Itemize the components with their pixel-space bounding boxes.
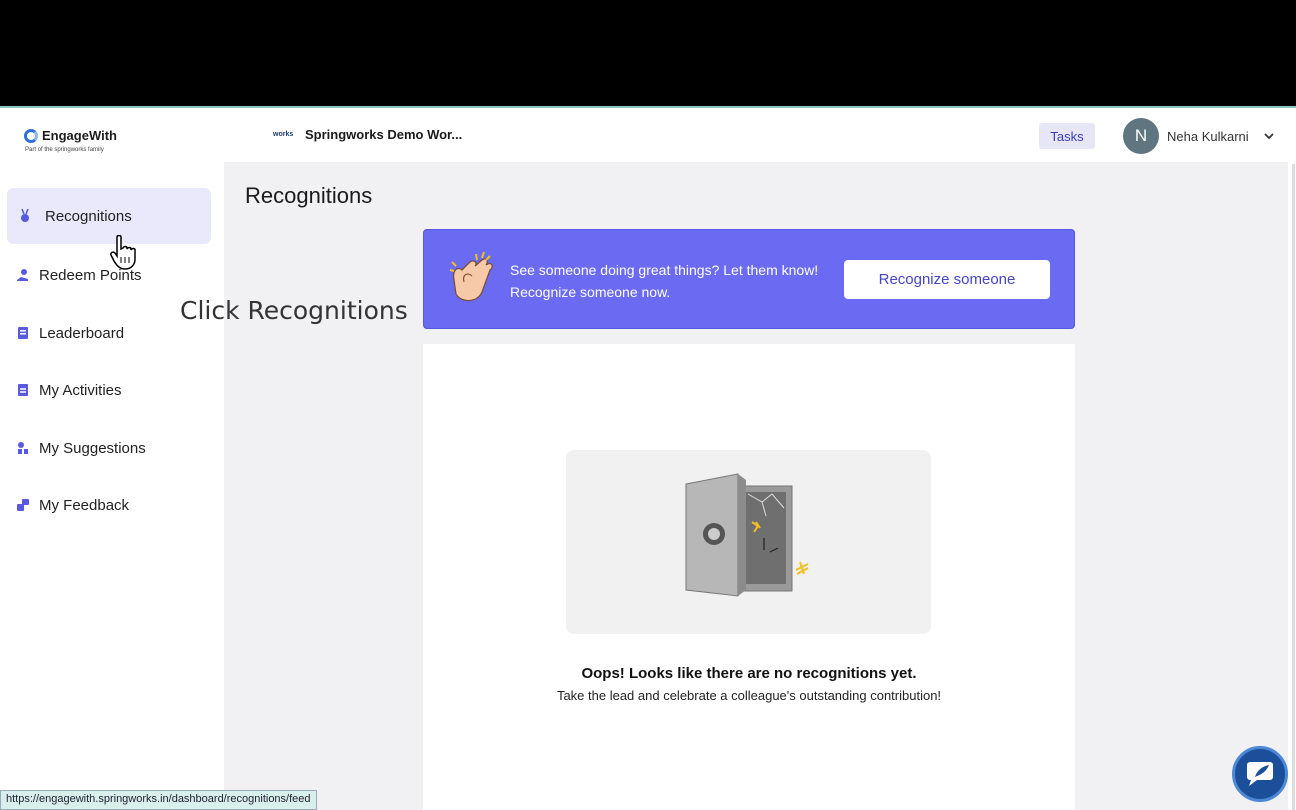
chevron-down-icon — [1264, 133, 1274, 140]
recognize-someone-button[interactable]: Recognize someone — [844, 260, 1050, 299]
clapping-hands-icon — [449, 252, 493, 302]
top-black-bar — [0, 0, 1296, 106]
chat-feather-icon — [1247, 762, 1273, 786]
suggestions-icon — [18, 442, 28, 454]
springworks-logo: works — [273, 131, 294, 138]
tutorial-callout: Click Recognitions — [180, 296, 408, 325]
tasks-button[interactable]: Tasks — [1039, 123, 1095, 149]
leaderboard-icon — [18, 327, 28, 339]
chat-support-button[interactable] — [1232, 746, 1288, 802]
logo-text: EngageWith — [42, 128, 117, 143]
sidebar-item-label: My Activities — [39, 381, 122, 399]
hand-cursor-icon — [110, 235, 136, 270]
sidebar-item-my-suggestions[interactable]: My Suggestions — [7, 420, 211, 476]
app-window: EngageWith Part of the springworks famil… — [0, 108, 1296, 810]
recognize-banner: See someone doing great things? Let them… — [423, 229, 1075, 329]
feedback-icon — [17, 499, 29, 511]
open-safe-icon — [685, 473, 809, 597]
engagewith-logo[interactable]: EngageWith Part of the springworks famil… — [24, 128, 117, 153]
user-name: Neha Kulkarni — [1167, 128, 1249, 144]
page-title: Recognitions — [245, 183, 373, 208]
logo-mark-icon — [24, 128, 38, 143]
hand-coin-icon — [17, 269, 28, 281]
activities-icon — [18, 384, 28, 396]
empty-state-subtitle: Take the lead and celebrate a colleague'… — [556, 688, 942, 703]
sidebar-item-label: Leaderboard — [39, 324, 125, 342]
empty-state-title: Oops! Looks like there are no recognitio… — [581, 665, 917, 682]
sidebar-item-my-feedback[interactable]: My Feedback — [7, 477, 211, 533]
recognitions-feed: Oops! Looks like there are no recognitio… — [423, 344, 1075, 810]
banner-message: See someone doing great things? Let them… — [510, 262, 819, 300]
link-status-bar: https://engagewith.springworks.in/dashbo… — [0, 790, 317, 810]
empty-safe-illustration — [566, 450, 931, 634]
medal-icon — [21, 209, 29, 222]
sidebar-item-label: My Feedback — [39, 496, 130, 514]
scrollbar-thumb[interactable] — [1292, 164, 1295, 810]
user-menu[interactable]: N Neha Kulkarni — [1123, 118, 1275, 154]
avatar: N — [1123, 118, 1159, 154]
app-header: EngageWith Part of the springworks famil… — [0, 108, 1296, 162]
sidebar-item-my-activities[interactable]: My Activities — [7, 362, 211, 418]
workspace-selector[interactable]: works Springworks Demo Wor... — [273, 127, 462, 142]
logo-subtitle: Part of the springworks family — [25, 147, 104, 153]
workspace-name: Springworks Demo Wor... — [305, 127, 463, 142]
sidebar-item-label: Recognitions — [45, 207, 132, 225]
sidebar-item-label: My Suggestions — [39, 439, 146, 457]
